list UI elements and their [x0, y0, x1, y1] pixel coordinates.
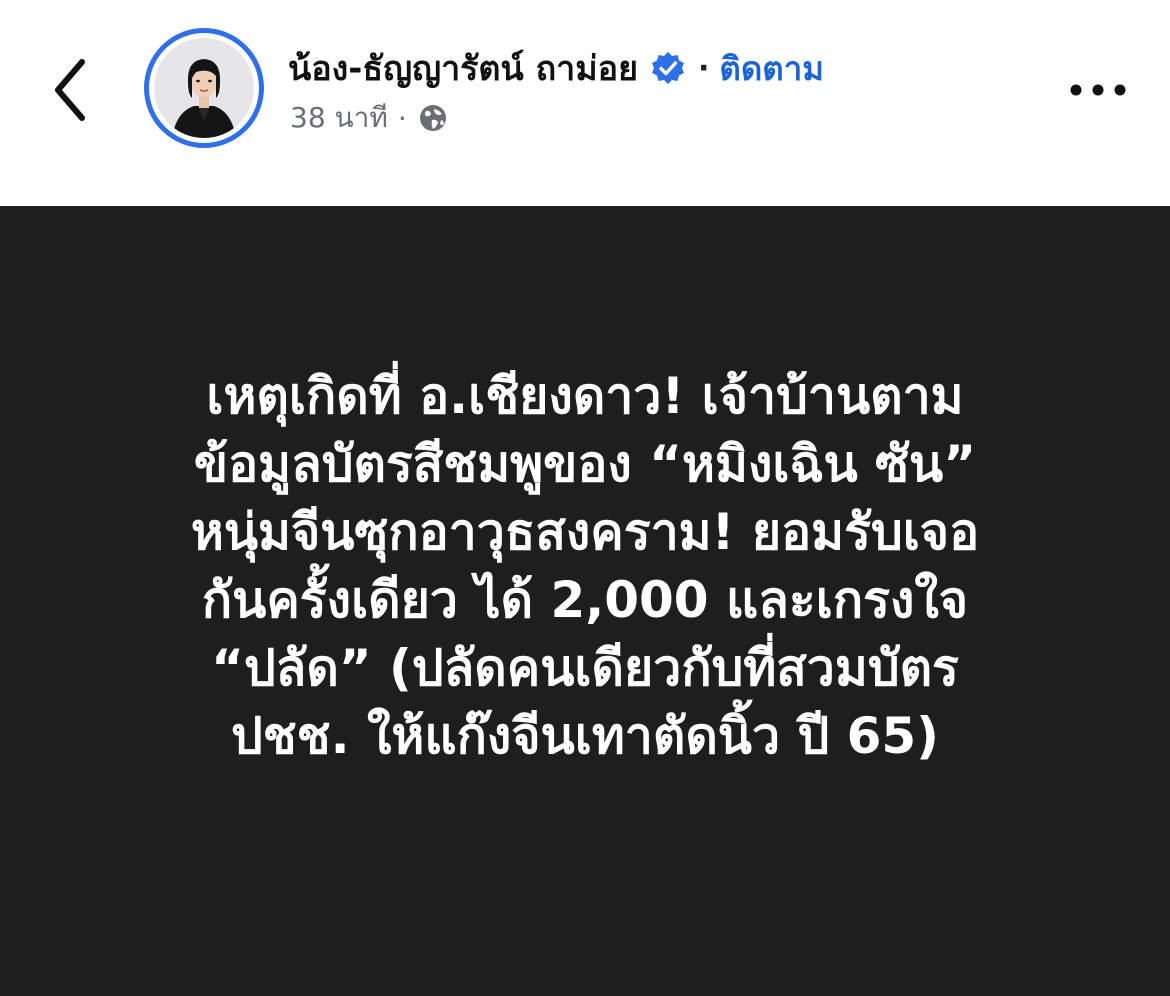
post-meta: 38 นาที ·	[290, 98, 449, 138]
post-line: เหตุเกิดที่ อ.เชียงดาว! เจ้าบ้านตาม	[206, 367, 964, 425]
more-horizontal-icon	[1070, 84, 1126, 96]
post-timestamp[interactable]: 38 นาที	[290, 96, 388, 140]
post-line: หนุ่มจีนซุกอาวุธสงคราม! ยอมรับเจอ	[190, 503, 980, 561]
verified-badge-icon	[650, 50, 686, 86]
follow-button[interactable]: ติดตาม	[719, 42, 824, 95]
post-line: ข้อมูลบัตรสีชมพูของ “หมิงเฉิน ซัน”	[193, 435, 977, 493]
more-options-button[interactable]	[1066, 76, 1130, 104]
post-body-text: เหตุเกิดที่ อ.เชียงดาว! เจ้าบ้านตาม ข้อม…	[60, 362, 1110, 770]
meta-separator: ·	[397, 101, 407, 135]
post-line: กันครั้งเดียว ได้ 2,000 และเกรงใจ	[201, 571, 969, 629]
back-button[interactable]	[44, 52, 104, 128]
author-name[interactable]: น้อง-ธัญญารัตน์ ถาม่อย	[288, 41, 638, 95]
profile-photo	[154, 38, 254, 138]
post-header: น้อง-ธัญญารัตน์ ถาม่อย · ติดตาม 38 นาที …	[0, 0, 1170, 206]
post-page: น้อง-ธัญญารัตน์ ถาม่อย · ติดตาม 38 นาที …	[0, 0, 1170, 996]
author-row: น้อง-ธัญญารัตน์ ถาม่อย · ติดตาม	[288, 40, 824, 96]
post-text-card[interactable]: เหตุเกิดที่ อ.เชียงดาว! เจ้าบ้านตาม ข้อม…	[0, 206, 1170, 996]
post-line: ปชช. ให้แก๊งจีนเทาตัดนิ้ว ปี 65)	[230, 707, 940, 765]
avatar[interactable]	[144, 28, 264, 148]
post-line: “ปลัด” (ปลัดคนเดียวกับที่สวมบัตร	[211, 639, 959, 697]
chevron-left-icon	[55, 59, 85, 121]
globe-icon	[417, 102, 449, 134]
separator-dot: ·	[698, 50, 710, 86]
